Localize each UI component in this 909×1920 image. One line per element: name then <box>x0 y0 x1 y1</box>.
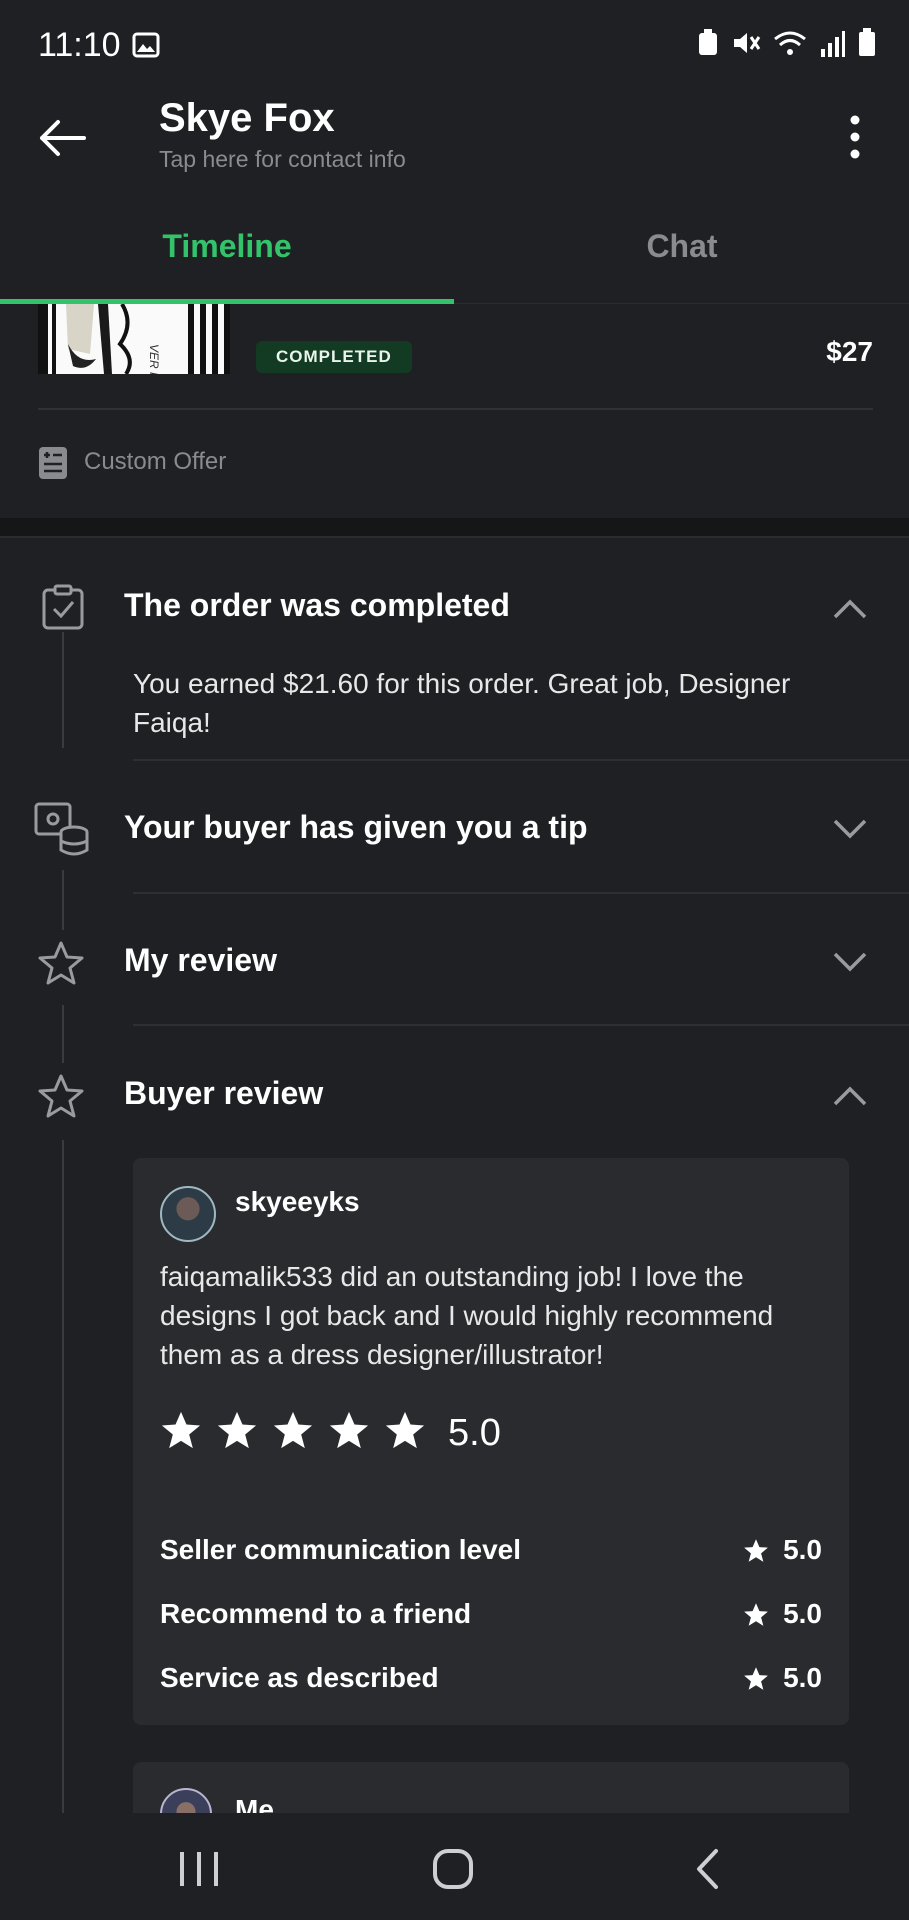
overall-rating: 5.0 <box>448 1412 501 1454</box>
criteria-label: Service as described <box>160 1662 439 1693</box>
criteria-rating: 5.0 <box>743 1598 822 1630</box>
timeline-connector <box>62 632 64 748</box>
review-text: faiqamalik533 did an outstanding job! I … <box>160 1261 774 1370</box>
star-outline-icon <box>38 941 84 985</box>
mute-icon <box>734 33 761 53</box>
system-back-icon[interactable] <box>694 1848 720 1890</box>
chevron-up-icon[interactable] <box>832 1085 868 1107</box>
timeline-item-title[interactable]: Your buyer has given you a tip <box>124 809 588 846</box>
section-separator <box>0 518 909 536</box>
status-badge: COMPLETED <box>256 341 412 373</box>
custom-offer-label: Custom Offer <box>84 448 227 475</box>
chevron-down-icon[interactable] <box>832 951 868 973</box>
order-thumbnail-image: VER FAI <box>38 304 230 374</box>
timeline-item-title[interactable]: Buyer review <box>124 1075 323 1112</box>
criteria-value: 5.0 <box>783 1598 822 1629</box>
star-filled-icon <box>217 1411 257 1449</box>
star-filled-icon <box>385 1411 425 1449</box>
tab-chat[interactable]: Chat <box>455 228 909 265</box>
chevron-up-icon[interactable] <box>832 598 868 620</box>
criteria-label: Seller communication level <box>160 1534 522 1565</box>
status-icons <box>697 28 877 58</box>
chevron-down-icon[interactable] <box>832 818 868 840</box>
wifi-icon <box>774 31 806 55</box>
contact-info-hint[interactable]: Tap here for contact info <box>159 146 406 173</box>
star-filled-icon <box>161 1411 201 1449</box>
divider <box>38 408 873 410</box>
star-rating <box>160 1410 426 1450</box>
star-outline-icon <box>38 1074 84 1118</box>
battery-icon <box>859 28 875 56</box>
battery-saver-icon <box>699 29 717 55</box>
divider <box>133 892 909 894</box>
home-icon[interactable] <box>432 1848 474 1890</box>
signal-icon <box>821 31 845 57</box>
back-arrow-icon[interactable] <box>38 118 88 158</box>
timeline-connector <box>62 870 64 930</box>
order-price: $27 <box>826 336 873 367</box>
criteria-rating: 5.0 <box>743 1662 822 1694</box>
gallery-notification-icon <box>132 32 160 58</box>
star-filled-icon <box>744 1538 768 1562</box>
recent-apps-icon[interactable] <box>178 1850 220 1888</box>
status-time: 11:10 <box>38 26 121 64</box>
contact-name[interactable]: Skye Fox <box>159 96 335 141</box>
timeline-connector <box>62 1140 64 1815</box>
more-options-icon[interactable] <box>840 112 870 162</box>
tab-timeline[interactable]: Timeline <box>0 228 454 265</box>
timeline-item-title[interactable]: The order was completed <box>124 587 510 624</box>
criteria-rating: 5.0 <box>743 1534 822 1566</box>
tip-money-icon <box>34 802 89 856</box>
custom-offer-icon <box>39 447 67 479</box>
criteria-value: 5.0 <box>783 1534 822 1565</box>
timeline-item-title[interactable]: My review <box>124 942 277 979</box>
star-filled-icon <box>744 1666 768 1690</box>
svg-text:VER FAI: VER FAI <box>147 344 161 374</box>
reviewer-username[interactable]: skyeeyks <box>235 1186 360 1218</box>
section-separator-line <box>0 536 909 538</box>
criteria-value: 5.0 <box>783 1662 822 1693</box>
order-thumbnail[interactable]: VER FAI <box>38 304 230 374</box>
avatar[interactable] <box>160 1186 216 1242</box>
divider <box>133 759 909 761</box>
star-filled-icon <box>273 1411 313 1449</box>
clipboard-check-icon <box>42 584 84 630</box>
divider <box>133 1024 909 1026</box>
star-filled-icon <box>329 1411 369 1449</box>
app-header <box>0 92 909 202</box>
star-filled-icon <box>744 1602 768 1626</box>
criteria-label: Recommend to a friend <box>160 1598 472 1629</box>
order-earnings-text: You earned $21.60 for this order. Great … <box>133 668 791 738</box>
timeline-connector <box>62 1005 64 1063</box>
